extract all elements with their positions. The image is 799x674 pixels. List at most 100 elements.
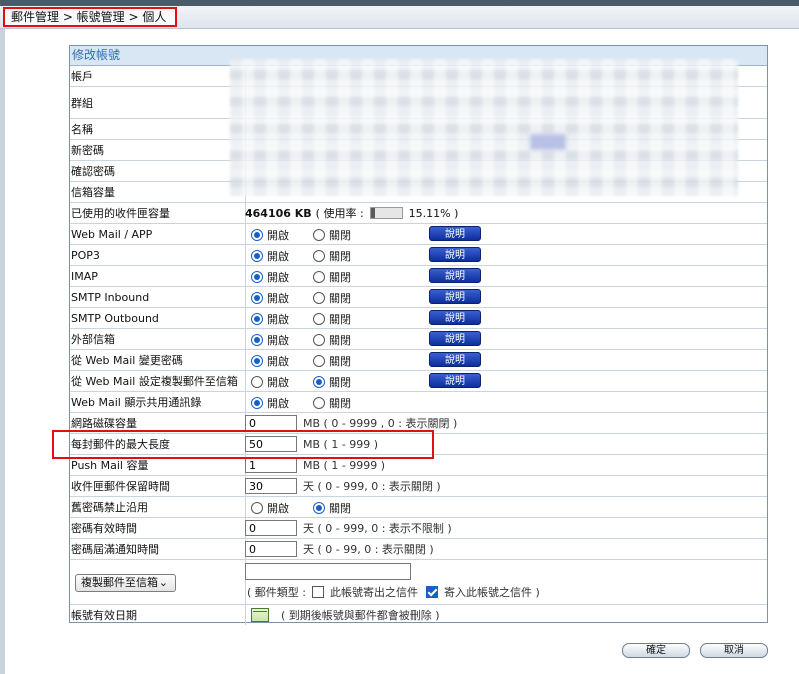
on-label: 開啟	[267, 313, 289, 326]
row-retention: 收件匣郵件保留時間 天 ( 0 - 999, 0 : 表示關閉 )	[70, 476, 767, 497]
pop3-off-option[interactable]: 關閉	[313, 248, 351, 264]
label-account: 帳戶	[70, 66, 246, 86]
change-pw-on-option[interactable]: 開啟	[251, 353, 289, 369]
copy-setting-on-option[interactable]: 開啟	[251, 374, 289, 390]
netdisk-hint: MB ( 0 - 9999 , 0 : 表示關閉 )	[303, 417, 458, 430]
usage-size: 464106 KB	[245, 206, 312, 220]
label-old-password: 舊密碼禁止沿用	[70, 497, 246, 517]
password-valid-hint: 天 ( 0 - 999, 0 : 表示不限制 )	[303, 522, 452, 535]
mail-type-prefix: ( 郵件類型 :	[247, 586, 306, 599]
pop3-on-radio[interactable]	[251, 250, 263, 262]
row-imap: IMAP 開啟 關閉 說明	[70, 266, 767, 287]
top-bar: 郵件管理 > 帳號管理 > 個人	[0, 0, 799, 29]
imap-on-option[interactable]: 開啟	[251, 269, 289, 285]
pop3-on-option[interactable]: 開啟	[251, 248, 289, 264]
off-label: 關閉	[329, 229, 351, 242]
old-pw-off-option[interactable]: 關閉	[313, 500, 351, 516]
change-pw-off-option[interactable]: 關閉	[313, 353, 351, 369]
webmail-on-option[interactable]: 開啟	[251, 227, 289, 243]
imap-on-radio[interactable]	[251, 271, 263, 283]
label-new-password: 新密碼	[70, 140, 246, 160]
on-label: 開啟	[267, 271, 289, 284]
external-off-radio[interactable]	[313, 334, 325, 346]
row-max-length: 每封郵件的最大長度 MB ( 1 - 999 )	[70, 434, 767, 455]
copy-setting-off-option[interactable]: 關閉	[313, 374, 351, 390]
external-help-button[interactable]: 說明	[429, 331, 481, 346]
password-notice-input[interactable]	[245, 541, 297, 557]
shared-contacts-on-option[interactable]: 開啟	[251, 395, 289, 411]
shared-contacts-off-option[interactable]: 關閉	[313, 395, 351, 411]
row-external-mailbox: 外部信箱 開啟 關閉 說明	[70, 329, 767, 350]
label-webmail: Web Mail / APP	[70, 224, 246, 244]
row-inbox-used: 已使用的收件匣容量 464106 KB ( 使用率 : 15.11% )	[70, 203, 767, 224]
shared-contacts-on-radio[interactable]	[251, 397, 263, 409]
old-pw-on-option[interactable]: 開啟	[251, 500, 289, 516]
pop3-help-button[interactable]: 說明	[429, 247, 481, 262]
off-label: 關閉	[329, 271, 351, 284]
external-on-option[interactable]: 開啟	[251, 332, 289, 348]
label-smtp-inbound: SMTP Inbound	[70, 287, 246, 307]
row-shared-contacts: Web Mail 顯示共用通訊錄 開啟 關閉	[70, 392, 767, 413]
label-imap: IMAP	[70, 266, 246, 286]
off-label: 關閉	[329, 355, 351, 368]
label-pop3: POP3	[70, 245, 246, 265]
old-pw-off-radio[interactable]	[313, 502, 325, 514]
change-pw-help-button[interactable]: 說明	[429, 352, 481, 367]
smtp-in-on-radio[interactable]	[251, 292, 263, 304]
copy-target-input[interactable]	[245, 563, 411, 580]
copy-setting-help-button[interactable]: 說明	[429, 373, 481, 388]
row-smtp-inbound: SMTP Inbound 開啟 關閉 說明	[70, 287, 767, 308]
shared-contacts-off-radio[interactable]	[313, 397, 325, 409]
smtp-out-off-radio[interactable]	[313, 313, 325, 325]
on-label: 開啟	[267, 397, 289, 410]
label-password-valid: 密碼有效時間	[70, 518, 246, 538]
row-old-password: 舊密碼禁止沿用 開啟 關閉	[70, 497, 767, 518]
edit-account-panel: 修改帳號 帳戶 群組 名稱 新密碼 確認密碼 信箱容量 已使用的收件匣容量 46…	[69, 45, 768, 625]
webmail-off-option[interactable]: 關閉	[313, 227, 351, 243]
max-length-input[interactable]	[245, 436, 297, 452]
imap-off-radio[interactable]	[313, 271, 325, 283]
copy-mail-select[interactable]: 複製郵件至信箱 ⌄	[75, 574, 176, 592]
imap-help-button[interactable]: 說明	[429, 268, 481, 283]
push-mail-input[interactable]	[245, 457, 297, 473]
change-pw-off-radio[interactable]	[313, 355, 325, 367]
calendar-icon[interactable]	[251, 608, 269, 622]
cancel-button[interactable]: 取消	[700, 643, 768, 658]
external-on-radio[interactable]	[251, 334, 263, 346]
smtp-out-help-button[interactable]: 說明	[429, 310, 481, 325]
webmail-help-button[interactable]: 說明	[429, 226, 481, 241]
webmail-on-radio[interactable]	[251, 229, 263, 241]
row-change-password: 從 Web Mail 變更密碼 開啟 關閉 說明	[70, 350, 767, 371]
smtp-out-on-radio[interactable]	[251, 313, 263, 325]
confirm-button[interactable]: 確定	[622, 643, 690, 658]
old-pw-on-radio[interactable]	[251, 502, 263, 514]
smtp-out-on-option[interactable]: 開啟	[251, 311, 289, 327]
outgoing-label: 此帳號寄出之信件	[330, 586, 418, 599]
smtp-in-help-button[interactable]: 說明	[429, 289, 481, 304]
netdisk-input[interactable]	[245, 415, 297, 431]
smtp-in-off-radio[interactable]	[313, 292, 325, 304]
pop3-off-radio[interactable]	[313, 250, 325, 262]
copy-setting-on-radio[interactable]	[251, 376, 263, 388]
password-valid-input[interactable]	[245, 520, 297, 536]
smtp-in-off-option[interactable]: 關閉	[313, 290, 351, 306]
on-label: 開啟	[267, 250, 289, 263]
label-password-notice: 密碼屆滿通知時間	[70, 539, 246, 559]
smtp-out-off-option[interactable]: 關閉	[313, 311, 351, 327]
change-pw-on-radio[interactable]	[251, 355, 263, 367]
external-off-option[interactable]: 關閉	[313, 332, 351, 348]
outgoing-checkbox[interactable]	[312, 586, 324, 598]
incoming-checkbox[interactable]	[426, 586, 438, 598]
retention-input[interactable]	[245, 478, 297, 494]
top-stripe	[0, 0, 799, 6]
row-smtp-outbound: SMTP Outbound 開啟 關閉 說明	[70, 308, 767, 329]
copy-setting-off-radio[interactable]	[313, 376, 325, 388]
webmail-off-radio[interactable]	[313, 229, 325, 241]
retention-hint: 天 ( 0 - 999, 0 : 表示關閉 )	[303, 480, 441, 493]
smtp-in-on-option[interactable]: 開啟	[251, 290, 289, 306]
label-name: 名稱	[70, 119, 246, 139]
label-netdisk: 網路磁碟容量	[70, 413, 246, 433]
off-label: 關閉	[329, 313, 351, 326]
imap-off-option[interactable]: 關閉	[313, 269, 351, 285]
blurred-private-info	[230, 59, 738, 196]
